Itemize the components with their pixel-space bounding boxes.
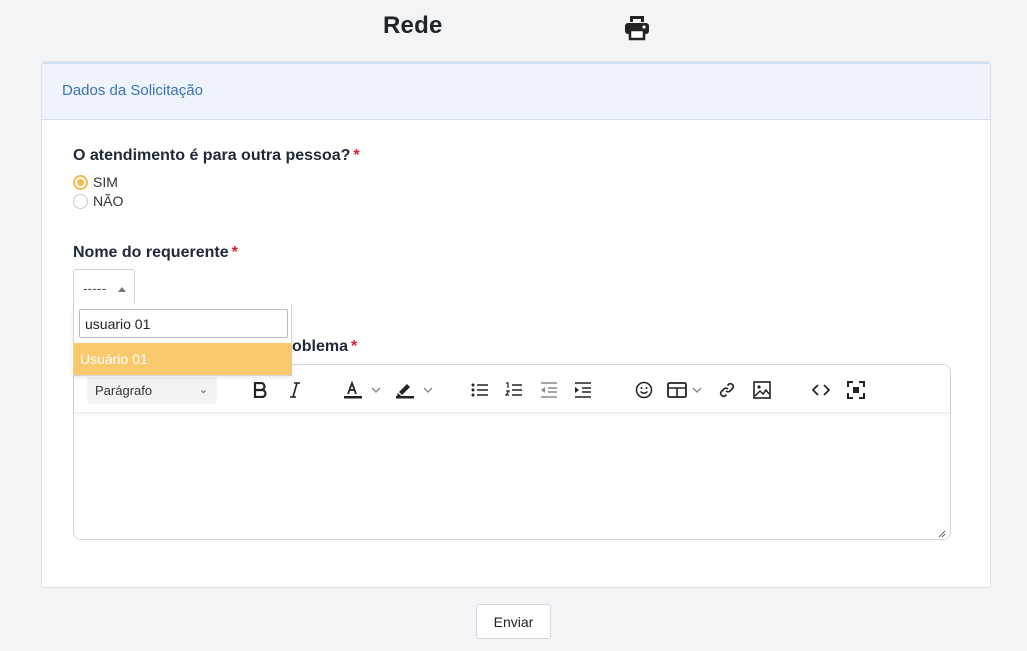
outdent-icon — [541, 382, 557, 398]
required-mark: * — [351, 338, 358, 355]
italic-button[interactable] — [285, 377, 305, 403]
print-button[interactable] — [624, 13, 650, 41]
radio-sim-label: SIM — [93, 174, 118, 190]
code-icon — [812, 384, 830, 396]
bullet-list-button[interactable] — [469, 377, 491, 403]
card-title: Dados da Solicitação — [62, 82, 203, 99]
text-color-icon — [344, 381, 381, 399]
italic-icon — [290, 382, 300, 398]
link-button[interactable] — [716, 377, 738, 403]
outdent-button[interactable] — [538, 377, 560, 403]
resize-handle-icon[interactable] — [936, 525, 946, 538]
emoji-icon — [635, 381, 653, 399]
table-icon — [667, 382, 702, 398]
image-icon — [753, 381, 771, 399]
numbered-list-button[interactable] — [503, 377, 525, 403]
table-button[interactable] — [666, 377, 706, 403]
radio-nao-label: NÃO — [93, 193, 124, 209]
fullscreen-button[interactable] — [845, 377, 867, 403]
bullet-list-icon — [471, 383, 488, 397]
rich-text-editor[interactable]: Parágrafo ⌄ — [73, 364, 951, 540]
submit-button[interactable]: Enviar — [476, 604, 551, 639]
required-mark: * — [353, 147, 360, 164]
radio-option-sim[interactable]: SIM — [73, 173, 118, 191]
printer-icon — [625, 16, 649, 41]
page-title: Rede — [383, 12, 443, 39]
highlight-icon — [396, 384, 433, 399]
indent-icon — [575, 382, 591, 398]
indent-button[interactable] — [572, 377, 594, 403]
other-person-question: O atendimento é para outra pessoa? * — [73, 147, 360, 165]
image-button[interactable] — [751, 377, 773, 403]
requester-label: Nome do requerente — [73, 244, 229, 261]
requester-field-label: Nome do requerente * — [73, 244, 238, 262]
radio-sim-selected[interactable] — [73, 174, 88, 190]
page-header: Rede — [0, 0, 1027, 56]
problem-field-label: oblema * — [292, 338, 357, 356]
card-header: Dados da Solicitação — [42, 62, 990, 120]
radio-option-nao[interactable]: NÃO — [73, 192, 123, 210]
other-person-label: O atendimento é para outra pessoa? — [73, 147, 351, 164]
block-format-value: Parágrafo — [95, 383, 153, 398]
caret-up-icon — [118, 287, 126, 292]
numbered-list-icon — [505, 382, 522, 396]
fullscreen-icon — [847, 381, 865, 399]
source-code-button[interactable] — [810, 377, 832, 403]
block-format-select[interactable]: Parágrafo ⌄ — [87, 377, 217, 404]
radio-nao[interactable] — [73, 193, 88, 209]
chevron-down-icon: ⌄ — [198, 384, 208, 396]
problem-label: oblema — [292, 338, 349, 355]
requester-search-input[interactable] — [79, 309, 288, 338]
bold-button[interactable] — [250, 377, 270, 403]
emoji-button[interactable] — [633, 377, 655, 403]
requester-select[interactable]: ----- — [73, 269, 135, 305]
link-icon — [719, 382, 735, 398]
requester-select-value: ----- — [83, 280, 107, 296]
dropdown-option[interactable]: Usuário 01 — [74, 343, 292, 375]
highlight-button[interactable] — [393, 377, 437, 403]
text-color-button[interactable] — [341, 377, 385, 403]
requester-dropdown: Usuário 01 — [73, 304, 292, 376]
required-mark: * — [231, 244, 238, 261]
bold-icon — [253, 382, 267, 398]
